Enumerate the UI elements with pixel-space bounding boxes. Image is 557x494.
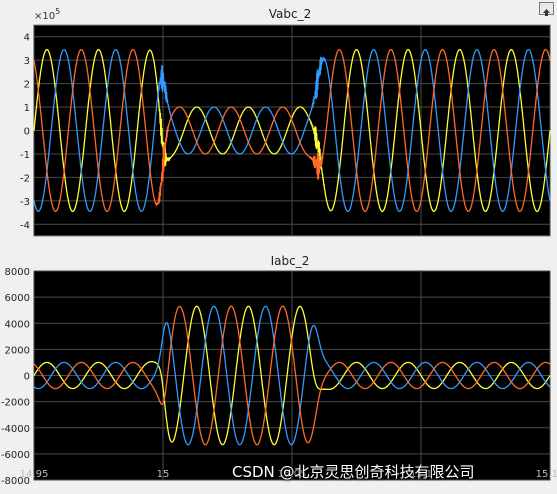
y-tick-label: 4000 xyxy=(5,319,30,330)
y-tick-label: -1 xyxy=(20,150,30,161)
scope-figure: -4-3-2-101234 Vabc_2 ×105 -8000-6000-400… xyxy=(1,7,557,487)
y-tick-label: 0 xyxy=(24,372,30,383)
undock-button[interactable] xyxy=(539,2,554,16)
x-tick-label: 15 xyxy=(157,469,170,480)
arrow-up-box-icon xyxy=(543,9,550,16)
x-tick-label: 14.95 xyxy=(20,469,49,480)
voltage-plot: -4 -3 -2 -1 0 1 2 3 4 Vabc_2 ×105 xyxy=(20,7,551,237)
y-tick-label: -6000 xyxy=(1,450,30,461)
y-tick-label: 6000 xyxy=(5,293,30,304)
voltage-y-ticks: -4 -3 -2 -1 0 1 2 3 4 xyxy=(20,33,30,232)
watermark-text: CSDN @北京灵思创奇科技有限公司 xyxy=(232,463,475,481)
y-tick-label: 2000 xyxy=(5,345,30,356)
y-tick-label: 2 xyxy=(24,80,30,91)
x-tick-label: 15.15 xyxy=(536,469,557,480)
y-tick-label: -3 xyxy=(20,197,30,208)
voltage-exponent-label: ×105 xyxy=(34,7,60,22)
y-tick-label: -4000 xyxy=(1,424,30,435)
voltage-title: Vabc_2 xyxy=(269,7,311,21)
y-tick-label: -4 xyxy=(20,220,30,231)
current-plot: -8000-6000-4000-200002000400060008000 14… xyxy=(1,254,557,487)
current-y-ticks: -8000-6000-4000-200002000400060008000 xyxy=(1,267,30,487)
y-tick-label: -2 xyxy=(20,173,30,184)
y-tick-label: 0 xyxy=(24,127,30,138)
y-tick-label: -2000 xyxy=(1,398,30,409)
y-tick-label: 4 xyxy=(24,33,30,44)
y-tick-label: 3 xyxy=(24,56,30,67)
current-title: Iabc_2 xyxy=(271,254,310,268)
y-tick-label: 8000 xyxy=(5,267,30,278)
y-tick-label: 1 xyxy=(24,103,30,114)
